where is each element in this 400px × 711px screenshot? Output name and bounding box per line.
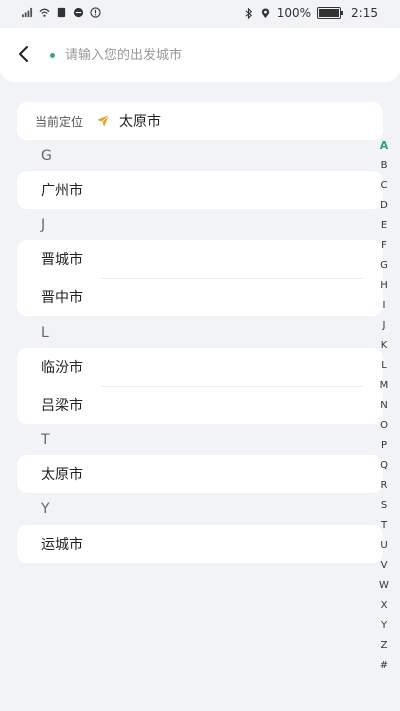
city-item[interactable]: 运城市 (17, 525, 383, 563)
index-letter-hash[interactable]: # (376, 656, 392, 676)
search-indicator-dot (50, 52, 55, 58)
section-header-t: T (41, 432, 50, 448)
index-letter-a[interactable]: A (376, 136, 392, 156)
section-j-list: 晋城市 晋中市 (17, 240, 383, 316)
index-letter-u[interactable]: U (376, 536, 392, 556)
index-letter-w[interactable]: W (376, 576, 392, 596)
city-item[interactable]: 吕梁市 (17, 386, 383, 424)
section-header-l: L (41, 325, 49, 341)
city-item[interactable]: 临汾市 (17, 348, 383, 386)
section-header-j: J (41, 217, 46, 233)
index-letter-i[interactable]: I (376, 296, 392, 316)
section-t-list: 太原市 (17, 455, 383, 493)
index-letter-r[interactable]: R (376, 476, 392, 496)
status-icons-left (22, 7, 101, 18)
search-header (0, 28, 400, 82)
bluetooth-icon (245, 7, 252, 19)
current-location-label: 当前定位 (35, 114, 84, 129)
section-header-g: G (41, 148, 52, 164)
clock: 2:15 (351, 6, 378, 20)
index-letter-l[interactable]: L (376, 356, 392, 376)
status-bar: 100% 2:15 (0, 0, 400, 28)
sim-icon (57, 7, 66, 18)
navigation-arrow-icon (97, 114, 110, 127)
section-y-list: 运城市 (17, 525, 383, 563)
index-letter-v[interactable]: V (376, 556, 392, 576)
current-location-card: 当前定位 太原市 (17, 102, 383, 140)
vpn-icon (73, 7, 84, 18)
city-item[interactable]: 晋中市 (17, 278, 383, 316)
index-letter-o[interactable]: O (376, 416, 392, 436)
index-letter-t[interactable]: T (376, 516, 392, 536)
search-field[interactable] (50, 44, 380, 66)
index-letter-h[interactable]: H (376, 276, 392, 296)
signal-icon (22, 7, 33, 18)
index-letter-x[interactable]: X (376, 596, 392, 616)
index-letter-c[interactable]: C (376, 176, 392, 196)
index-letter-m[interactable]: M (376, 376, 392, 396)
index-letter-p[interactable]: P (376, 436, 392, 456)
section-l-list: 临汾市 吕梁市 (17, 348, 383, 424)
current-location-city[interactable]: 太原市 (119, 111, 161, 131)
location-pin-icon (261, 7, 269, 18)
index-letter-s[interactable]: S (376, 496, 392, 516)
index-letter-k[interactable]: K (376, 336, 392, 356)
index-letter-d[interactable]: D (376, 196, 392, 216)
index-letter-y[interactable]: Y (376, 616, 392, 636)
index-letter-g[interactable]: G (376, 256, 392, 276)
battery-icon (317, 7, 344, 19)
index-letter-n[interactable]: N (376, 396, 392, 416)
index-letter-b[interactable]: B (376, 156, 392, 176)
city-item[interactable]: 广州市 (17, 171, 383, 209)
search-input[interactable] (65, 47, 380, 63)
battery-percent: 100% (276, 6, 312, 20)
index-letter-j[interactable]: J (376, 316, 392, 336)
index-letter-q[interactable]: Q (376, 456, 392, 476)
back-arrow-icon[interactable] (10, 40, 38, 68)
wifi-icon (39, 8, 50, 17)
section-g-list: 广州市 (17, 171, 383, 209)
index-letter-f[interactable]: F (376, 236, 392, 256)
index-letter-e[interactable]: E (376, 216, 392, 236)
alert-icon (90, 7, 101, 18)
city-item[interactable]: 太原市 (17, 455, 383, 493)
city-item[interactable]: 晋城市 (17, 240, 383, 278)
alphabet-index-bar[interactable]: A B C D E F G H I J K L M N O P Q R S T U V W X Y Z # (376, 136, 392, 676)
index-letter-z[interactable]: Z (376, 636, 392, 656)
status-icons-right: 100% 2:15 (243, 6, 378, 20)
section-header-y: Y (41, 501, 50, 517)
